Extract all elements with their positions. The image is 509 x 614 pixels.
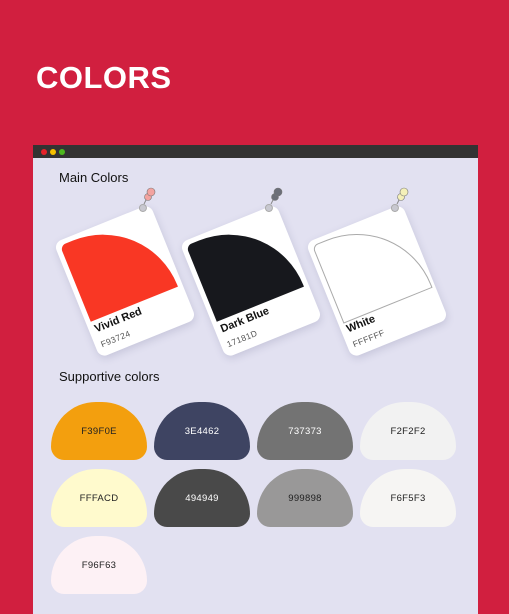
page-title: COLORS (36, 60, 172, 95)
minimize-window-button[interactable] (50, 148, 56, 155)
color-chip[interactable]: F39F0E (51, 402, 147, 460)
color-chip[interactable]: 3E4462 (154, 402, 250, 460)
pushpin-icon (396, 187, 409, 205)
color-chip[interactable]: 494949 (154, 469, 250, 527)
color-swatch (312, 209, 433, 324)
color-chip[interactable]: F6F5F3 (360, 469, 456, 527)
window-titlebar (33, 145, 478, 158)
color-chip[interactable]: F2F2F2 (360, 402, 456, 460)
main-colors-title: Main Colors (59, 170, 129, 185)
close-window-button[interactable] (41, 148, 47, 155)
supportive-colors-title: Supportive colors (59, 369, 160, 384)
color-swatch (60, 210, 178, 322)
pushpin-icon (270, 187, 283, 205)
color-card[interactable]: Vivid Red F93724 (53, 202, 197, 358)
color-card[interactable]: White FFFFFF (305, 202, 449, 358)
color-chip[interactable]: FFFACD (51, 469, 147, 527)
color-chip[interactable]: 999898 (257, 469, 353, 527)
color-swatch (186, 210, 304, 322)
maximize-window-button[interactable] (59, 148, 65, 155)
app-window: Main Colors Vivid Red F93724 Dark Blue 1718… (33, 145, 478, 614)
pushpin-icon (143, 187, 156, 205)
color-chip[interactable]: F96F63 (51, 536, 147, 594)
color-card[interactable]: Dark Blue 17181D (179, 202, 323, 358)
color-chip[interactable]: 737373 (257, 402, 353, 460)
